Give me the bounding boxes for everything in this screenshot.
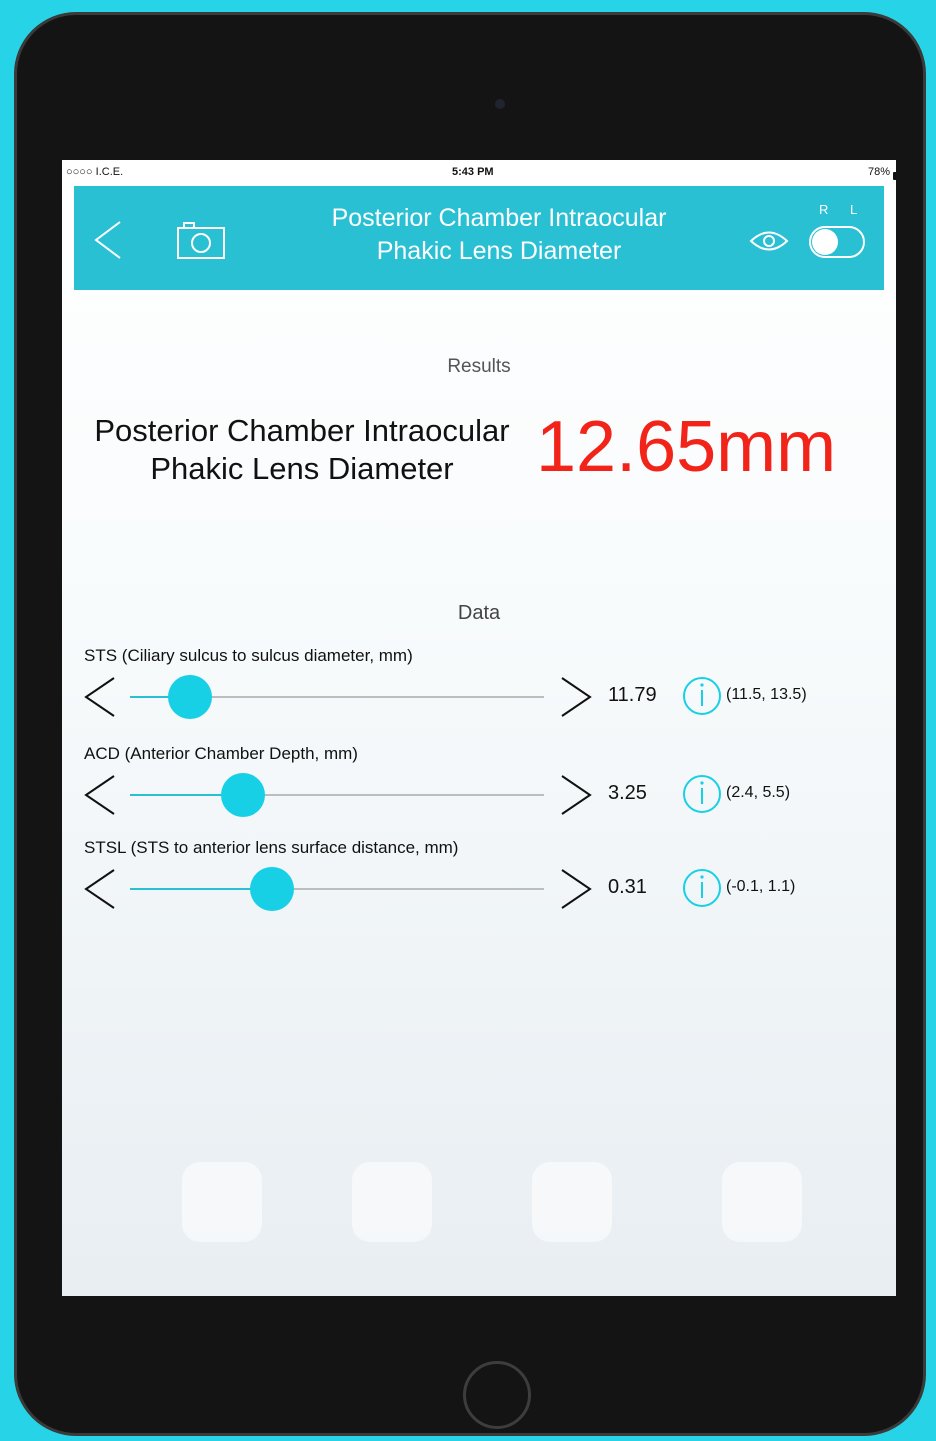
status-bar: ○○○○ I.C.E. 5:43 PM 78% [62,160,896,184]
result-label-line2: Phakic Lens Diameter [150,451,454,486]
result-value: 12.65mm [536,407,837,487]
param-range: (-0.1, 1.1) [726,878,796,895]
carrier-label: ○○○○ I.C.E. [66,166,124,178]
slider-thumb[interactable] [249,867,294,911]
page-title-line2: Phakic Lens Diameter [376,237,622,265]
eye-right-label: R [819,202,829,217]
dock-ghost-icon [722,1162,802,1242]
param-value: 11.79 [608,684,657,706]
param-range: (11.5, 13.5) [726,686,807,703]
home-button[interactable] [463,1361,531,1429]
increment-button[interactable] [558,866,594,912]
results-heading: Results [447,356,511,377]
data-heading: Data [457,602,501,624]
eye-icon[interactable] [749,228,789,254]
slider-thumb[interactable] [168,675,213,719]
result-label: Posterior Chamber Intraocular Phakic Len… [72,412,532,488]
toggle-knob [812,229,838,255]
info-icon[interactable] [682,774,722,814]
param-value: 0.31 [608,876,647,898]
value-slider[interactable] [130,675,544,719]
dock-ghost-icon [532,1162,612,1242]
param-label: ACD (Anterior Chamber Depth, mm) [84,744,358,763]
increment-button[interactable] [558,674,594,720]
app-screen: ○○○○ I.C.E. 5:43 PM 78% Posterior Chambe… [62,160,896,1296]
dock-ghost-icon [182,1162,262,1242]
value-slider[interactable] [130,773,544,817]
decrement-button[interactable] [82,674,118,720]
battery-percent: 78% [867,166,890,178]
param-stsl: STSL (STS to anterior lens surface dista… [62,838,896,928]
status-time: 5:43 PM [452,166,494,178]
param-label: STS (Ciliary sulcus to sulcus diameter, … [84,646,413,665]
camera-icon[interactable] [176,220,226,260]
info-icon[interactable] [682,676,722,716]
result-label-line1: Posterior Chamber Intraocular [94,413,510,448]
decrement-button[interactable] [82,866,118,912]
param-sts: STS (Ciliary sulcus to sulcus diameter, … [62,646,896,736]
param-range: (2.4, 5.5) [726,784,791,801]
front-camera [495,99,505,109]
info-icon[interactable] [682,868,722,908]
slider-thumb[interactable] [221,773,266,817]
param-value: 3.25 [608,782,647,804]
value-slider[interactable] [130,867,544,911]
eye-left-label: L [850,202,858,217]
battery-indicator: 78% [867,166,896,180]
back-button[interactable] [88,218,128,262]
battery-icon [893,172,896,180]
page-title: Posterior Chamber Intraocular Phakic Len… [289,202,709,268]
eye-side-toggle[interactable] [809,226,865,258]
page-title-line1: Posterior Chamber Intraocular [331,204,667,232]
param-label: STSL (STS to anterior lens surface dista… [84,838,459,857]
nav-bar: Posterior Chamber Intraocular Phakic Len… [74,186,884,290]
increment-button[interactable] [558,772,594,818]
decrement-button[interactable] [82,772,118,818]
param-acd: ACD (Anterior Chamber Depth, mm) 3.25 (2… [62,744,896,834]
dock-ghost-icon [352,1162,432,1242]
